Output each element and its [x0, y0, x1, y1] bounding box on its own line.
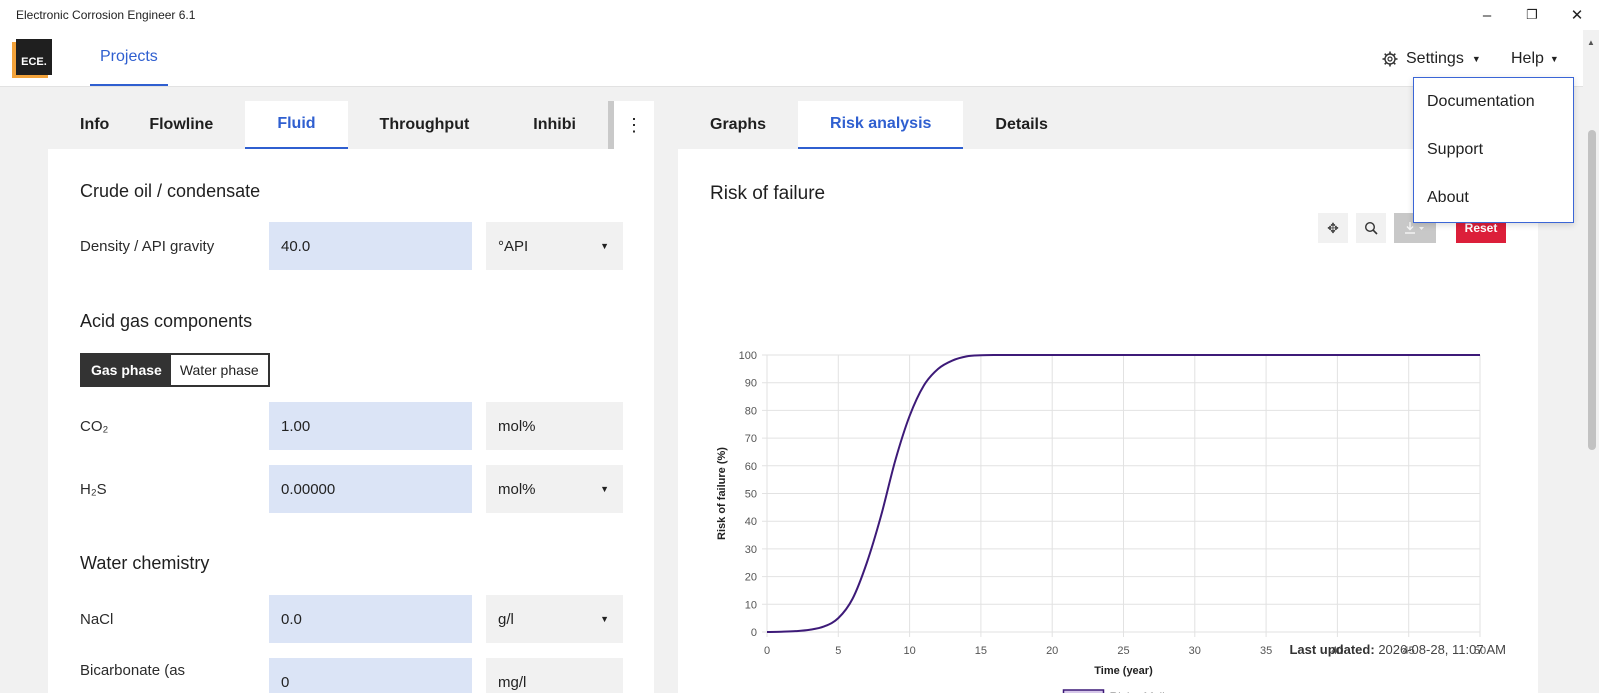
co2-label: CO₂: [80, 418, 109, 435]
risk-panel: Graphs Risk analysis Details Risk of fai…: [678, 101, 1538, 693]
chevron-down-icon: ▼: [1471, 54, 1481, 64]
h2s-unit-value: mol%: [498, 480, 536, 498]
tab-graphs[interactable]: Graphs: [678, 101, 798, 149]
y-tick-label: 40: [745, 516, 757, 528]
bicarbonate-label: Bicarbonate (as: [80, 662, 186, 679]
fluid-panel: Info Flowline Fluid Throughput Inhibi ⋮ …: [48, 101, 654, 693]
y-tick-label: 10: [745, 599, 757, 611]
minimize-button[interactable]: –: [1472, 4, 1502, 26]
x-tick-label: 10: [903, 645, 915, 657]
bicarbonate-input[interactable]: 0: [269, 658, 472, 693]
x-axis-label: Time (year): [1094, 665, 1153, 677]
scroll-up-icon[interactable]: ▲: [1587, 38, 1595, 47]
h2s-input[interactable]: 0.00000: [269, 465, 472, 513]
nacl-input[interactable]: 0.0: [269, 595, 472, 643]
chevron-down-icon: ▼: [600, 241, 609, 251]
vertical-scrollbar[interactable]: ▲: [1583, 30, 1599, 693]
water-phase-button[interactable]: Water phase: [170, 355, 268, 385]
help-dropdown: Documentation Support About: [1413, 77, 1574, 223]
section-crude-oil: Crude oil / condensate: [80, 181, 261, 201]
nacl-unit-select[interactable]: g/l ▼: [486, 595, 623, 643]
x-tick-label: 15: [975, 645, 987, 657]
h2s-label: H₂S: [80, 481, 107, 498]
settings-label: Settings: [1406, 50, 1464, 67]
help-label: Help: [1511, 50, 1544, 67]
last-updated-label: Last updated:: [1289, 642, 1375, 657]
last-updated-value: 2026-08-28, 11:07 AM: [1378, 642, 1506, 657]
nacl-unit-value: g/l: [498, 610, 514, 628]
y-tick-label: 100: [739, 350, 757, 362]
tab-inhibitor[interactable]: Inhibi: [501, 101, 576, 149]
more-tabs-icon[interactable]: ⋮: [608, 101, 654, 149]
chevron-down-icon: ▼: [1549, 54, 1559, 64]
scrollbar-thumb[interactable]: [1588, 130, 1596, 450]
close-button[interactable]: ✕: [1562, 4, 1592, 26]
risk-title: Risk of failure: [710, 183, 826, 204]
y-tick-label: 60: [745, 461, 757, 473]
right-tab-bar: Graphs Risk analysis Details: [678, 101, 1538, 149]
tab-fluid[interactable]: Fluid: [245, 101, 348, 149]
left-tab-bar: Info Flowline Fluid Throughput Inhibi ⋮: [48, 101, 654, 149]
phase-toggle: Gas phase Water phase: [80, 353, 270, 387]
menu-item-support[interactable]: Support: [1414, 126, 1573, 174]
settings-menu-button[interactable]: Settings ▼: [1382, 45, 1481, 73]
search-icon: [1364, 221, 1378, 235]
gear-icon: [1382, 51, 1398, 67]
tab-details[interactable]: Details: [963, 101, 1079, 149]
gas-phase-button[interactable]: Gas phase: [82, 355, 171, 385]
density-label: Density / API gravity: [80, 238, 215, 255]
tab-risk-analysis[interactable]: Risk analysis: [798, 101, 964, 149]
last-updated: Last updated: 2026-08-28, 11:07 AM: [1289, 642, 1506, 657]
section-acid-gas: Acid gas components: [80, 311, 253, 331]
pan-icon[interactable]: ✥: [1318, 213, 1348, 243]
download-icon: [1405, 222, 1424, 234]
app-header: ECE. Projects Settings ▼ Help ▼: [0, 30, 1599, 87]
tab-info[interactable]: Info: [48, 101, 141, 149]
x-tick-label: 30: [1189, 645, 1201, 657]
x-tick-label: 5: [835, 645, 841, 657]
density-unit-value: °API: [498, 237, 529, 255]
y-tick-label: 90: [745, 378, 757, 390]
co2-unit: mol%: [486, 402, 623, 450]
x-tick-label: 25: [1117, 645, 1129, 657]
co2-input[interactable]: 1.00: [269, 402, 472, 450]
co2-unit-value: mol%: [498, 417, 536, 435]
window-title: Electronic Corrosion Engineer 6.1: [16, 8, 196, 22]
zoom-icon[interactable]: [1356, 213, 1386, 243]
x-tick-label: 20: [1046, 645, 1058, 657]
chevron-down-icon: ▼: [600, 484, 609, 494]
nav-projects[interactable]: Projects: [90, 30, 168, 86]
app-logo[interactable]: ECE.: [12, 39, 52, 79]
restore-button[interactable]: ❐: [1517, 4, 1547, 26]
section-water-chemistry: Water chemistry: [80, 553, 210, 573]
bicarbonate-unit-value: mg/l: [498, 673, 527, 691]
window-titlebar: Electronic Corrosion Engineer 6.1 – ❐ ✕: [0, 0, 1599, 30]
y-tick-label: 50: [745, 489, 757, 501]
menu-item-documentation[interactable]: Documentation: [1414, 78, 1573, 126]
menu-item-about[interactable]: About: [1414, 174, 1573, 222]
chevron-down-icon: ▼: [600, 614, 609, 624]
y-tick-label: 20: [745, 572, 757, 584]
x-tick-label: 35: [1260, 645, 1272, 657]
tab-throughput[interactable]: Throughput: [348, 101, 502, 149]
logo-mark: ECE.: [16, 39, 52, 75]
x-tick-label: 0: [764, 645, 770, 657]
y-tick-label: 80: [745, 405, 757, 417]
y-tick-label: 0: [751, 627, 757, 639]
help-menu-button[interactable]: Help ▼: [1511, 45, 1559, 73]
risk-chart: 0 5 10 15 20 25 30 35 40 45 5001020304050607080901…: [716, 350, 1486, 693]
y-tick-label: 30: [745, 544, 757, 556]
density-input[interactable]: 40.0: [269, 222, 472, 270]
nacl-label: NaCl: [80, 611, 114, 628]
h2s-unit-select[interactable]: mol% ▼: [486, 465, 623, 513]
y-axis-label: Risk of failure (%): [716, 447, 728, 540]
tab-flowline[interactable]: Flowline: [141, 101, 245, 149]
y-tick-label: 70: [745, 433, 757, 445]
density-unit-select[interactable]: °API ▼: [486, 222, 623, 270]
bicarbonate-unit-select[interactable]: mg/l: [486, 658, 623, 693]
